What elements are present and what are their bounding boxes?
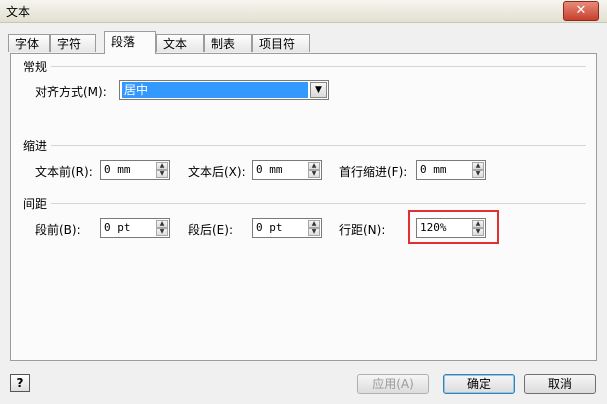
tab-paragraph[interactable]: 段落 (104, 31, 156, 54)
tab-bullets[interactable]: 项目符号 (252, 34, 310, 69)
title-bar: 文本 ✕ (0, 0, 607, 23)
space-before-field[interactable]: 0 pt ▲ ▼ (100, 218, 170, 238)
line-spacing-label: 行距(N): (339, 223, 386, 237)
tab-text-block[interactable]: 文本块 (156, 34, 204, 69)
spin-down-icon[interactable]: ▼ (156, 170, 168, 178)
spin-up-icon[interactable]: ▲ (308, 162, 320, 170)
tab-character[interactable]: 字符 (50, 34, 96, 52)
divider (51, 145, 586, 146)
alignment-label: 对齐方式(M): (35, 85, 107, 99)
indent-after-field[interactable]: 0 mm ▲ ▼ (252, 160, 322, 180)
tab-font[interactable]: 字体 (8, 34, 50, 52)
spin-down-icon[interactable]: ▼ (472, 170, 484, 178)
space-after-value: 0 pt (256, 221, 283, 234)
first-line-indent-label: 首行缩进(F): (339, 165, 408, 179)
space-after-label: 段后(E): (188, 223, 233, 237)
spin-up-icon[interactable]: ▲ (308, 220, 320, 228)
first-line-indent-field[interactable]: 0 mm ▲ ▼ (416, 160, 486, 180)
line-spacing-highlight (408, 210, 499, 244)
indent-before-field[interactable]: 0 mm ▲ ▼ (100, 160, 170, 180)
ok-button[interactable]: 确定 (443, 374, 515, 394)
window-title: 文本 (6, 5, 31, 19)
alignment-select[interactable]: 居中 ▼ (119, 80, 329, 100)
spin-up-icon[interactable]: ▲ (156, 220, 168, 228)
indent-after-label: 文本后(X): (188, 165, 246, 179)
indent-before-value: 0 mm (104, 163, 131, 176)
indent-heading: 缩进 (23, 139, 48, 153)
spin-up-icon[interactable]: ▲ (156, 162, 168, 170)
divider (51, 66, 586, 67)
help-button[interactable]: ? (10, 374, 30, 392)
first-line-indent-value: 0 mm (420, 163, 447, 176)
apply-button[interactable]: 应用(A) (357, 374, 429, 394)
space-before-value: 0 pt (104, 221, 131, 234)
tab-tab-stops[interactable]: 制表位 (204, 34, 252, 69)
space-after-field[interactable]: 0 pt ▲ ▼ (252, 218, 322, 238)
chevron-down-icon[interactable]: ▼ (310, 82, 327, 98)
indent-before-label: 文本前(R): (35, 165, 93, 179)
spin-up-icon[interactable]: ▲ (472, 162, 484, 170)
cancel-button[interactable]: 取消 (524, 374, 596, 394)
general-heading: 常规 (23, 60, 48, 74)
alignment-value: 居中 (122, 82, 308, 98)
spacing-heading: 间距 (23, 197, 48, 211)
spin-down-icon[interactable]: ▼ (308, 228, 320, 236)
close-button[interactable]: ✕ (563, 1, 599, 21)
space-before-label: 段前(B): (35, 223, 81, 237)
divider (51, 203, 586, 204)
paragraph-panel: 常规 对齐方式(M): 居中 ▼ 缩进 文本前(R): 0 mm ▲ ▼ 文本后(… (10, 53, 597, 361)
spin-down-icon[interactable]: ▼ (308, 170, 320, 178)
indent-after-value: 0 mm (256, 163, 283, 176)
spin-down-icon[interactable]: ▼ (156, 228, 168, 236)
